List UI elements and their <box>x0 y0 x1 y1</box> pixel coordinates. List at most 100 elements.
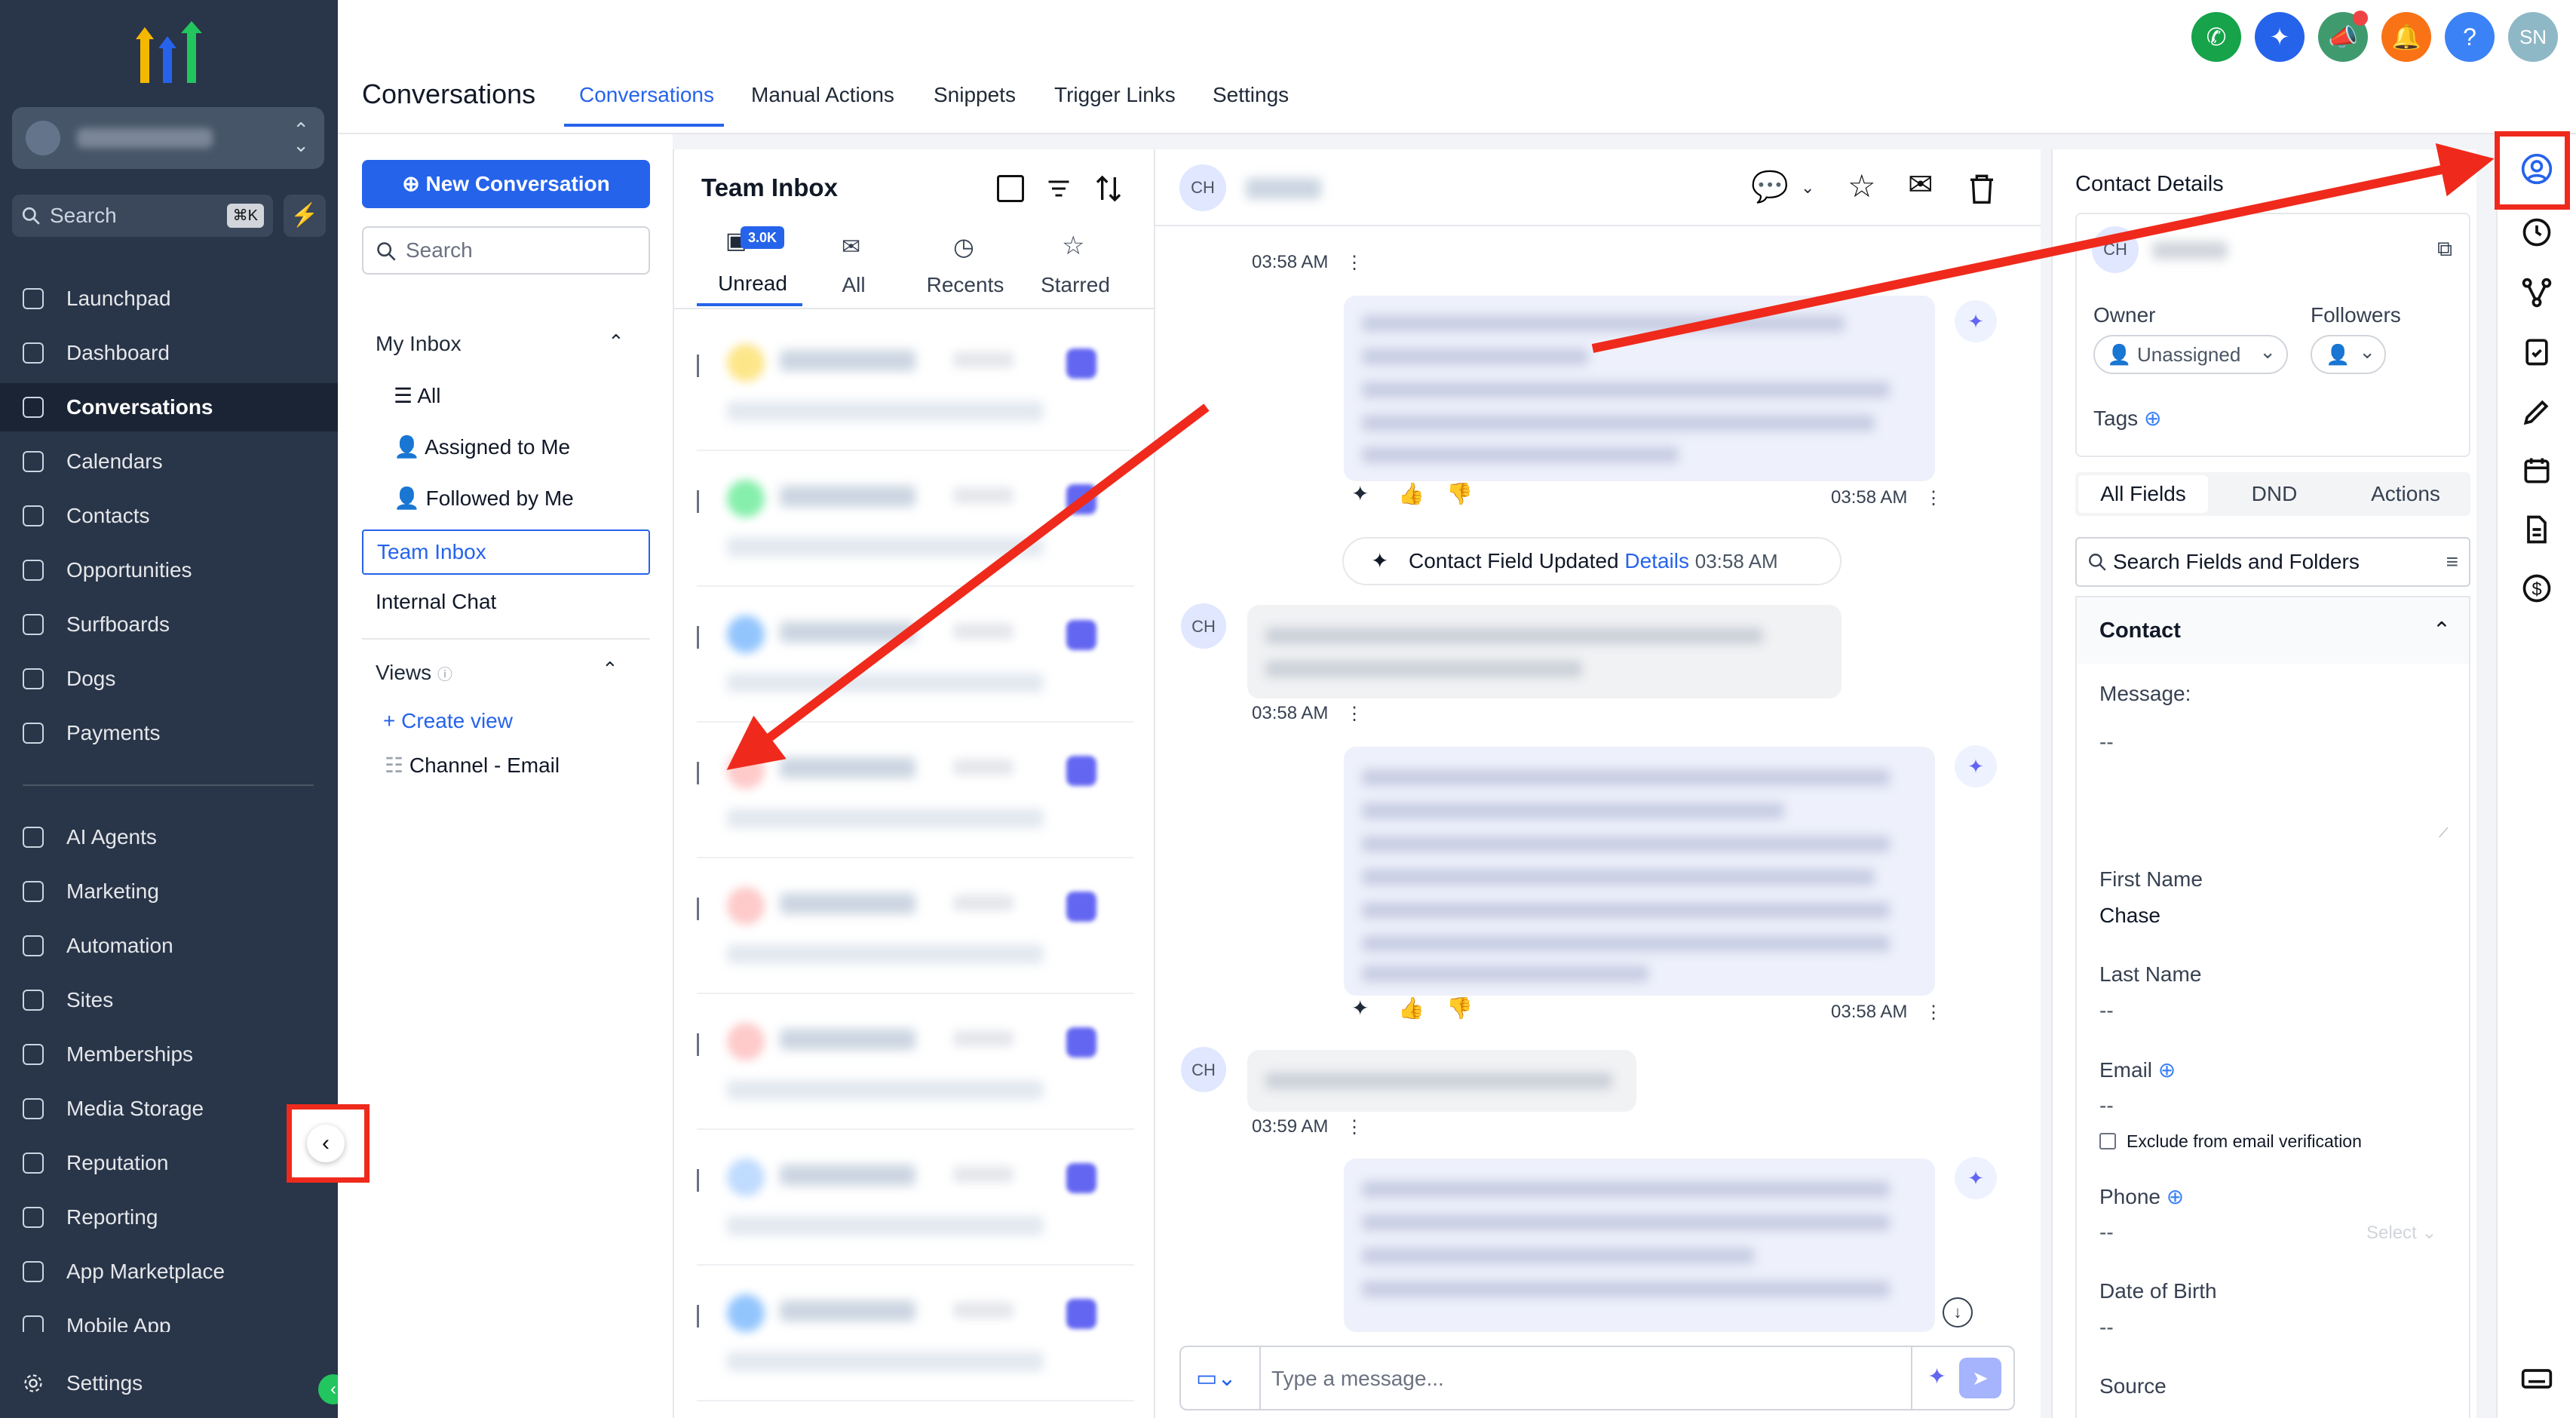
tab-all-fields[interactable]: All Fields <box>2078 475 2208 513</box>
message-composer[interactable]: ▭⌄ Type a message... ✦ ➤ <box>1179 1346 2015 1410</box>
channel-select-icon[interactable]: ▭⌄ <box>1196 1365 1236 1392</box>
tab-manual-actions[interactable]: Manual Actions <box>751 83 894 107</box>
inbox-assigned[interactable]: 👤 Assigned to Me <box>394 434 570 459</box>
tab-trigger-links[interactable]: Trigger Links <box>1054 83 1176 107</box>
thumbs-down-icon[interactable]: 👎 <box>1446 996 1473 1021</box>
keyboard-icon[interactable] <box>2520 1362 2553 1395</box>
inbox-internal-chat[interactable]: Internal Chat <box>376 590 496 614</box>
sidebar-item-app-marketplace[interactable]: App Marketplace <box>0 1248 338 1296</box>
more-icon[interactable]: ⋮ <box>1924 1002 1943 1024</box>
inbox-team[interactable]: Team Inbox <box>362 529 650 575</box>
tab-conversations[interactable]: Conversations <box>579 83 714 107</box>
sidebar-item-surfboards[interactable]: Surfboards <box>0 600 338 649</box>
sidebar-item-automation[interactable]: Automation <box>0 922 338 970</box>
message-field[interactable]: -- <box>2099 730 2114 754</box>
more-icon[interactable]: ⋮ <box>1345 252 1363 274</box>
close-icon[interactable]: × <box>2448 167 2462 195</box>
conversation-row[interactable] <box>697 317 1134 451</box>
tab-dnd[interactable]: DND <box>2210 475 2339 513</box>
sidebar-item-reporting[interactable]: Reporting <box>0 1193 338 1242</box>
create-view-link[interactable]: + Create view <box>383 709 513 733</box>
sort-icon[interactable] <box>1093 173 1124 204</box>
event-details-link[interactable]: Details <box>1624 549 1689 572</box>
inbox-followed[interactable]: 👤 Followed by Me <box>394 486 574 511</box>
star-icon[interactable]: ☆ <box>1848 167 1876 204</box>
exclude-email-checkbox[interactable] <box>2099 1133 2116 1149</box>
dob-field[interactable]: -- <box>2099 1315 2114 1340</box>
conversation-row[interactable] <box>697 996 1134 1130</box>
phone-type-select[interactable]: Select ⌄ <box>2366 1222 2436 1244</box>
send-button[interactable]: ➤ <box>1959 1358 2001 1398</box>
select-all-checkbox[interactable] <box>997 175 1024 202</box>
chevron-up-icon[interactable]: ⌃ <box>608 330 624 354</box>
ai-sparkle-icon[interactable]: ✦ <box>1351 996 1369 1021</box>
filter-icon[interactable]: ≡ <box>2446 539 2458 585</box>
sidebar-item-sites[interactable]: Sites <box>0 976 338 1024</box>
sidebar-item-contacts[interactable]: Contacts <box>0 492 338 540</box>
more-icon[interactable]: ⋮ <box>1345 703 1363 725</box>
conversation-row[interactable] <box>697 1131 1134 1266</box>
sidebar-item-mobile-app[interactable]: Mobile App <box>0 1302 338 1332</box>
sidebar-item-settings[interactable]: Settings <box>0 1359 338 1407</box>
my-inbox-heading[interactable]: My Inbox <box>376 332 462 356</box>
pen-icon[interactable] <box>2520 395 2553 428</box>
phone-field[interactable]: -- <box>2099 1220 2114 1245</box>
mail-open-icon[interactable]: ✉ <box>1908 167 1934 202</box>
chevron-down-icon[interactable]: ⌄ <box>1801 178 1814 198</box>
bell-icon[interactable]: 🔔 <box>2381 12 2431 62</box>
sidebar-item-conversations[interactable]: Conversations <box>0 383 338 431</box>
more-icon[interactable]: ⋮ <box>1345 1116 1363 1138</box>
filter-icon[interactable] <box>1044 175 1074 202</box>
phone-icon[interactable]: ✆ <box>2191 12 2241 62</box>
collapse-panel-button[interactable]: ‹ <box>287 1104 370 1183</box>
tab-actions[interactable]: Actions <box>2341 475 2470 513</box>
history-icon[interactable] <box>2520 216 2553 249</box>
trash-icon[interactable] <box>1967 172 1997 205</box>
ai-sparkle-icon[interactable]: ✦ <box>1351 481 1369 506</box>
email-field[interactable]: -- <box>2099 1094 2114 1118</box>
first-name-field[interactable]: Chase <box>2099 904 2160 928</box>
tab-recents[interactable]: Recents <box>920 273 1010 297</box>
sidebar-item-memberships[interactable]: Memberships <box>0 1030 338 1079</box>
help-icon[interactable]: ? <box>2445 12 2495 62</box>
sidebar-item-calendars[interactable]: Calendars <box>0 437 338 486</box>
sidebar-item-payments[interactable]: Payments <box>0 709 338 757</box>
conversation-row[interactable] <box>697 588 1134 723</box>
chevron-up-icon[interactable]: ⌃ <box>602 658 618 681</box>
resize-handle-icon[interactable]: ⟋ <box>2439 825 2449 841</box>
sparkles-icon[interactable]: ✦ <box>2255 12 2305 62</box>
ai-assist-icon[interactable]: ✦ <box>1927 1364 1946 1390</box>
tab-unread[interactable]: Unread <box>707 272 798 296</box>
conversation-search-input[interactable]: Search <box>362 226 650 275</box>
dollar-icon[interactable]: $ <box>2520 572 2553 605</box>
quick-action-bolt-icon[interactable]: ⚡ <box>284 195 326 237</box>
scroll-down-icon[interactable]: ↓ <box>1943 1297 1973 1327</box>
document-icon[interactable] <box>2520 513 2553 546</box>
new-conversation-button[interactable]: ⊕ New Conversation <box>362 160 650 208</box>
followers-dropdown[interactable]: 👤 ⌄ <box>2311 335 2386 374</box>
field-search-input[interactable]: Search Fields and Folders ≡ <box>2075 537 2470 587</box>
thumbs-up-icon[interactable]: 👍 <box>1398 996 1424 1021</box>
external-link-icon[interactable]: ⧉ <box>2437 237 2452 262</box>
tasks-icon[interactable] <box>2520 335 2553 368</box>
calendar-icon[interactable] <box>2520 454 2553 487</box>
tab-snippets[interactable]: Snippets <box>934 83 1016 107</box>
contact-avatar[interactable]: CH <box>1179 164 1226 211</box>
call-bubble-icon[interactable]: 💬 <box>1751 169 1789 204</box>
sidebar-item-marketing[interactable]: Marketing <box>0 867 338 916</box>
conversation-row[interactable] <box>697 860 1134 994</box>
sidebar-item-ai-agents[interactable]: AI Agents <box>0 813 338 861</box>
sidebar-item-opportunities[interactable]: Opportunities <box>0 546 338 594</box>
add-email-icon[interactable]: ⊕ <box>2158 1058 2176 1082</box>
contact-section-header[interactable]: Contact ⌃ <box>2075 596 2470 664</box>
tab-starred[interactable]: Starred <box>1030 273 1121 297</box>
conversation-row[interactable] <box>697 453 1134 587</box>
tab-all[interactable]: All <box>808 273 899 297</box>
more-icon[interactable]: ⋮ <box>1924 487 1943 509</box>
inbox-all[interactable]: ☰ All <box>394 383 440 408</box>
user-avatar[interactable]: SN <box>2508 12 2558 62</box>
owner-dropdown[interactable]: 👤 Unassigned ⌄ <box>2093 335 2288 374</box>
workflow-icon[interactable] <box>2520 276 2553 309</box>
conversation-row[interactable] <box>697 1267 1134 1401</box>
tab-settings[interactable]: Settings <box>1213 83 1289 107</box>
